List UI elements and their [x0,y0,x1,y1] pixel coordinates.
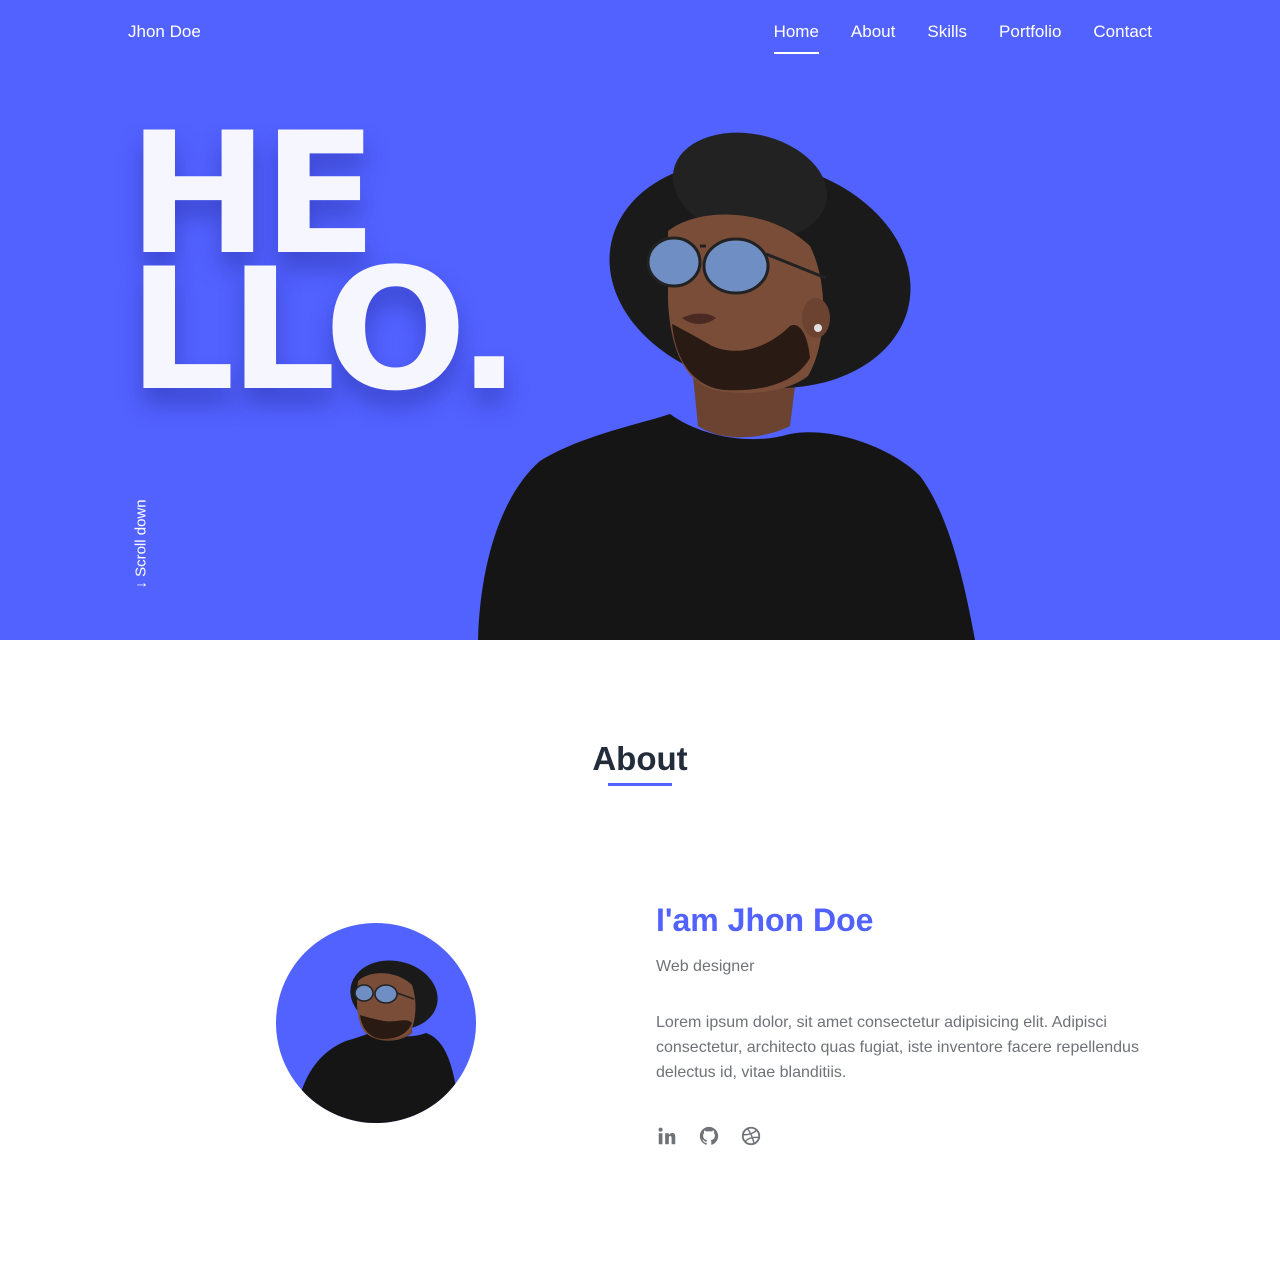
github-link[interactable] [698,1125,720,1147]
about-role: Web designer [656,958,755,975]
about-section-title: About [592,740,688,777]
nav-home[interactable]: Home [773,22,820,54]
about-avatar-image [296,960,460,1123]
brand-logo[interactable]: Jhon Doe [128,22,201,42]
about-name-heading: I'am Jhon Doe [656,902,874,938]
scroll-down-label: ↓ Scroll down [132,499,150,589]
social-links [656,1125,762,1147]
github-icon [699,1126,719,1145]
about-description: Lorem ipsum dolor, sit amet consectetur … [656,1014,1139,1081]
hero-portrait-image [478,132,975,640]
main-nav: Home About Skills Portfolio Contact [773,22,1152,54]
scroll-down-link[interactable]: ↓ Scroll down [128,488,154,600]
linkedin-link[interactable] [656,1125,678,1147]
nav-skills[interactable]: Skills [927,22,967,54]
nav-portfolio[interactable]: Portfolio [999,22,1061,54]
about-avatar [276,923,476,1123]
hero-section: Jhon Doe Home About Skills Portfolio Con… [0,0,1280,640]
section-title-underline [608,783,672,786]
nav-contact[interactable]: Contact [1093,22,1152,54]
linkedin-icon [658,1127,676,1145]
dribbble-icon [741,1126,761,1146]
nav-about[interactable]: About [851,22,895,54]
hero-title: HE LLO. [128,110,521,414]
hero-title-line2: LLO. [128,232,521,428]
about-section: About I'am Jhon Doe Web designer Lorem i… [0,640,1280,1280]
dribbble-link[interactable] [740,1125,762,1147]
